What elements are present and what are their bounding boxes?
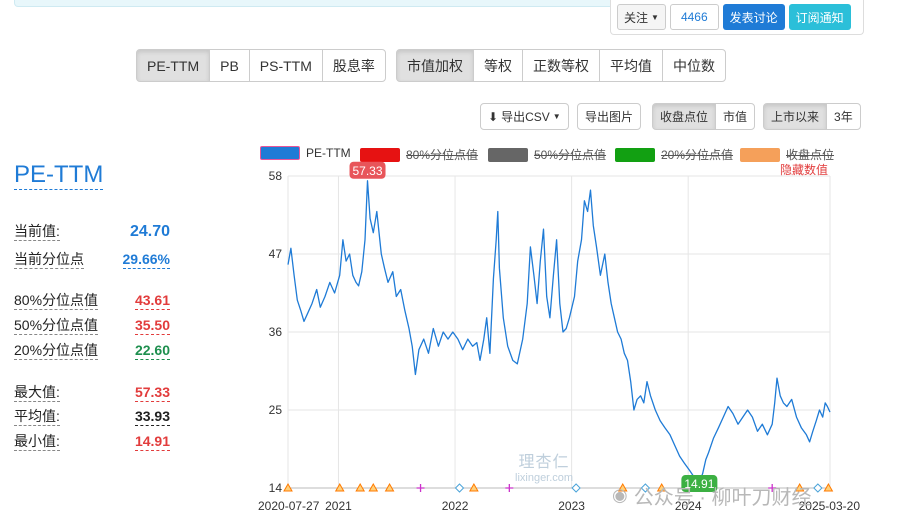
stat-value: 35.50 (134, 317, 170, 335)
follow-label: 关注 (624, 10, 649, 25)
metric-tabs: PE-TTM PB PS-TTM 股息率 (136, 49, 386, 82)
time-range-tab[interactable]: 上市以来 (763, 103, 828, 130)
event-marker-diamond (813, 483, 823, 493)
watermark-site-name: 理杏仁 (518, 452, 570, 471)
stat-row: 当前分位点 29.66% (14, 250, 170, 269)
weighting-tab[interactable]: 中位数 (662, 49, 726, 82)
legend-label: PE-TTM (306, 146, 351, 160)
price-mode-tabs: 收盘点位 市值 (652, 103, 756, 130)
pe-ttm-series-line (287, 180, 831, 483)
caret-down-icon: ▼ (651, 12, 659, 22)
x-tick-label: 2020-07-27 (258, 499, 320, 513)
x-tick-label: 2021 (325, 499, 352, 513)
y-tick-label: 58 (269, 169, 283, 183)
stat-label: 当前值: (14, 223, 60, 241)
stat-label: 最大值: (14, 384, 60, 402)
stat-value: 14.91 (134, 433, 170, 451)
stat-value: 57.33 (134, 384, 170, 402)
y-tick-label: 14 (269, 481, 283, 495)
stat-value: 43.61 (134, 292, 170, 310)
event-marker-diamond (571, 483, 581, 493)
side-title: PE-TTM (14, 161, 104, 190)
stat-row: 50%分位点值 35.50 (14, 316, 170, 335)
x-tick-label: 2023 (558, 499, 585, 513)
time-range-tabs: 上市以来 3年 (763, 103, 861, 130)
stat-label: 20%分位点值 (14, 342, 99, 360)
time-range-tab[interactable]: 3年 (826, 103, 861, 130)
stat-label: 最小值: (14, 433, 60, 451)
stat-row: 当前值: 24.70 (14, 222, 170, 241)
event-marker-diamond (454, 483, 465, 493)
stat-row: 80%分位点值 43.61 (14, 291, 170, 310)
stat-label: 80%分位点值 (14, 292, 99, 310)
weighting-tab[interactable]: 等权 (473, 49, 523, 82)
y-tick-label: 47 (269, 247, 283, 261)
x-tick-label: 2022 (442, 499, 469, 513)
price-mode-tab[interactable]: 市值 (715, 103, 756, 130)
follow-count: 4466 (669, 4, 719, 30)
y-tick-label: 36 (269, 325, 283, 339)
price-mode-tab[interactable]: 收盘点位 (652, 103, 717, 130)
stat-value: 33.93 (134, 408, 170, 426)
export-csv-button[interactable]: ⬇ 导出CSV ▼ (480, 103, 569, 130)
social-bar: 关注 ▼ 4466 发表讨论 订阅通知 (610, 0, 864, 35)
stat-value: 29.66% (122, 251, 170, 269)
legend-swatch (260, 146, 300, 160)
stat-label: 50%分位点值 (14, 317, 99, 335)
weighting-tab[interactable]: 平均值 (599, 49, 663, 82)
follow-button[interactable]: 关注 ▼ (617, 4, 666, 30)
stat-row: 最小值: 14.91 (14, 432, 170, 451)
wechat-icon: ◉ (612, 485, 628, 505)
discuss-button[interactable]: 发表讨论 (722, 4, 785, 30)
download-icon: ⬇ (488, 109, 499, 124)
stat-row: 平均值: 33.93 (14, 407, 170, 426)
stat-label: 平均值: (14, 408, 60, 426)
stat-value: 22.60 (134, 342, 170, 360)
event-marker-plus (416, 484, 425, 492)
watermark-site-url: lixinger.com (515, 472, 574, 484)
stat-label: 当前分位点 (14, 251, 84, 269)
metric-tab[interactable]: PS-TTM (248, 49, 323, 82)
export-csv-label: 导出CSV (501, 110, 550, 124)
stat-value: 24.70 (129, 223, 170, 240)
wechat-watermark: ◉ 公众号 · 柳叶刀财经 (612, 481, 812, 510)
metric-tab[interactable]: PB (209, 49, 250, 82)
site-watermark: 理杏仁 lixinger.com (515, 448, 573, 484)
metric-tab[interactable]: 股息率 (321, 49, 386, 82)
event-marker-plus (505, 484, 514, 492)
weighting-tabs: 市值加权 等权 正数等权 平均值 中位数 (396, 49, 726, 82)
weighting-tab[interactable]: 正数等权 (522, 49, 600, 82)
wechat-watermark-text: 公众号 · 柳叶刀财经 (633, 487, 812, 509)
metric-tab[interactable]: PE-TTM (136, 49, 211, 82)
y-tick-label: 25 (269, 403, 283, 417)
caret-down-icon: ▼ (552, 112, 561, 121)
subscribe-button[interactable]: 订阅通知 (788, 4, 851, 30)
stat-row: 20%分位点值 22.60 (14, 341, 170, 360)
stat-row: 最大值: 57.33 (14, 383, 170, 402)
weighting-tab[interactable]: 市值加权 (396, 49, 474, 82)
legend-item[interactable]: PE-TTM (260, 146, 351, 160)
export-image-button[interactable]: 导出图片 (577, 103, 642, 130)
annotation-label: 57.33 (353, 164, 383, 178)
